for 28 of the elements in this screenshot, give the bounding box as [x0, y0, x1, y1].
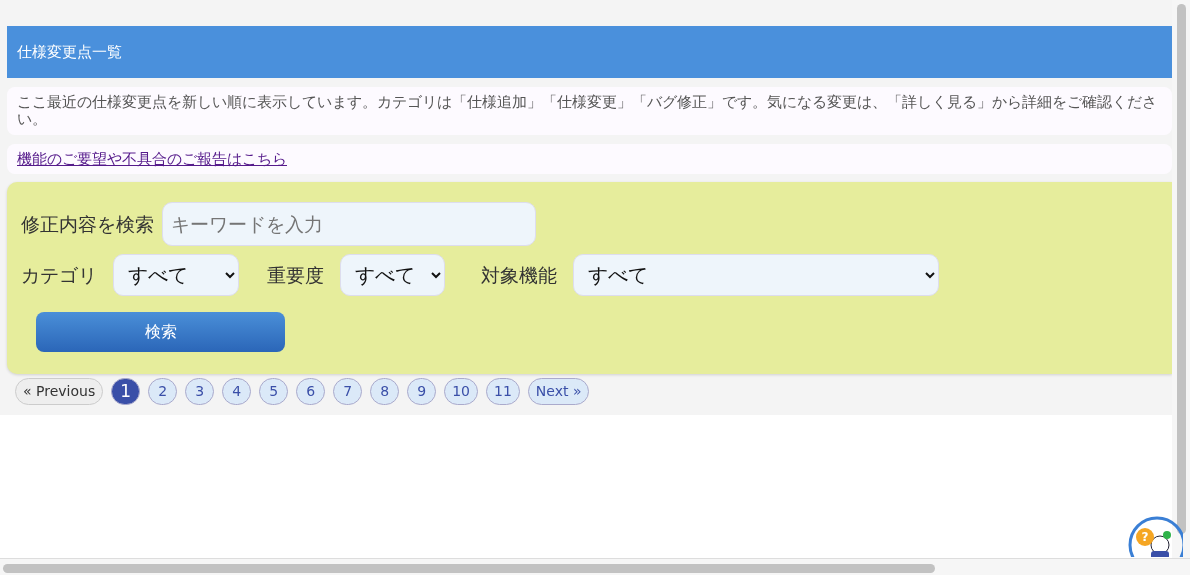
- description-text: ここ最近の仕様変更点を新しい順に表示しています。カテゴリは「仕様追加」「仕様変更」「バグ修正」です。気になる変更は、「詳しく見る」から詳細をご確認ください。: [17, 93, 1157, 127]
- filter-label: 対象機能: [481, 263, 557, 289]
- page-button[interactable]: 9: [407, 378, 437, 406]
- page-button[interactable]: 8: [370, 378, 400, 406]
- filter-select[interactable]: すべて: [340, 254, 445, 297]
- filter-label: 重要度: [267, 263, 324, 289]
- page-button[interactable]: 1: [111, 378, 141, 406]
- page-button[interactable]: 6: [296, 378, 326, 406]
- search-label: 修正内容を検索: [21, 212, 154, 238]
- page-button[interactable]: 4: [222, 378, 252, 406]
- search-button[interactable]: 検索: [36, 312, 285, 353]
- help-badge: ?: [1136, 528, 1154, 546]
- next-button[interactable]: Next »: [527, 378, 590, 406]
- page-button[interactable]: 11: [486, 378, 520, 406]
- feedback-link[interactable]: 機能のご要望や不具合のご報告はこちら: [17, 149, 287, 167]
- search-field[interactable]: キーワードを入力: [162, 202, 536, 247]
- vertical-scrollbar[interactable]: [1172, 0, 1190, 560]
- page-button[interactable]: 7: [333, 378, 363, 406]
- previous-button[interactable]: « Previous: [15, 378, 104, 406]
- filter-select[interactable]: すべて: [113, 254, 239, 297]
- page-button[interactable]: 3: [185, 378, 215, 406]
- page-title: 仕様変更点一覧: [17, 41, 122, 63]
- filter-select[interactable]: すべて: [573, 254, 939, 297]
- horizontal-scrollbar[interactable]: [0, 558, 1190, 575]
- page-button[interactable]: 2: [148, 378, 178, 406]
- page-button[interactable]: 10: [444, 378, 478, 406]
- filter-label: カテゴリ: [21, 263, 97, 289]
- page-button[interactable]: 5: [259, 378, 289, 406]
